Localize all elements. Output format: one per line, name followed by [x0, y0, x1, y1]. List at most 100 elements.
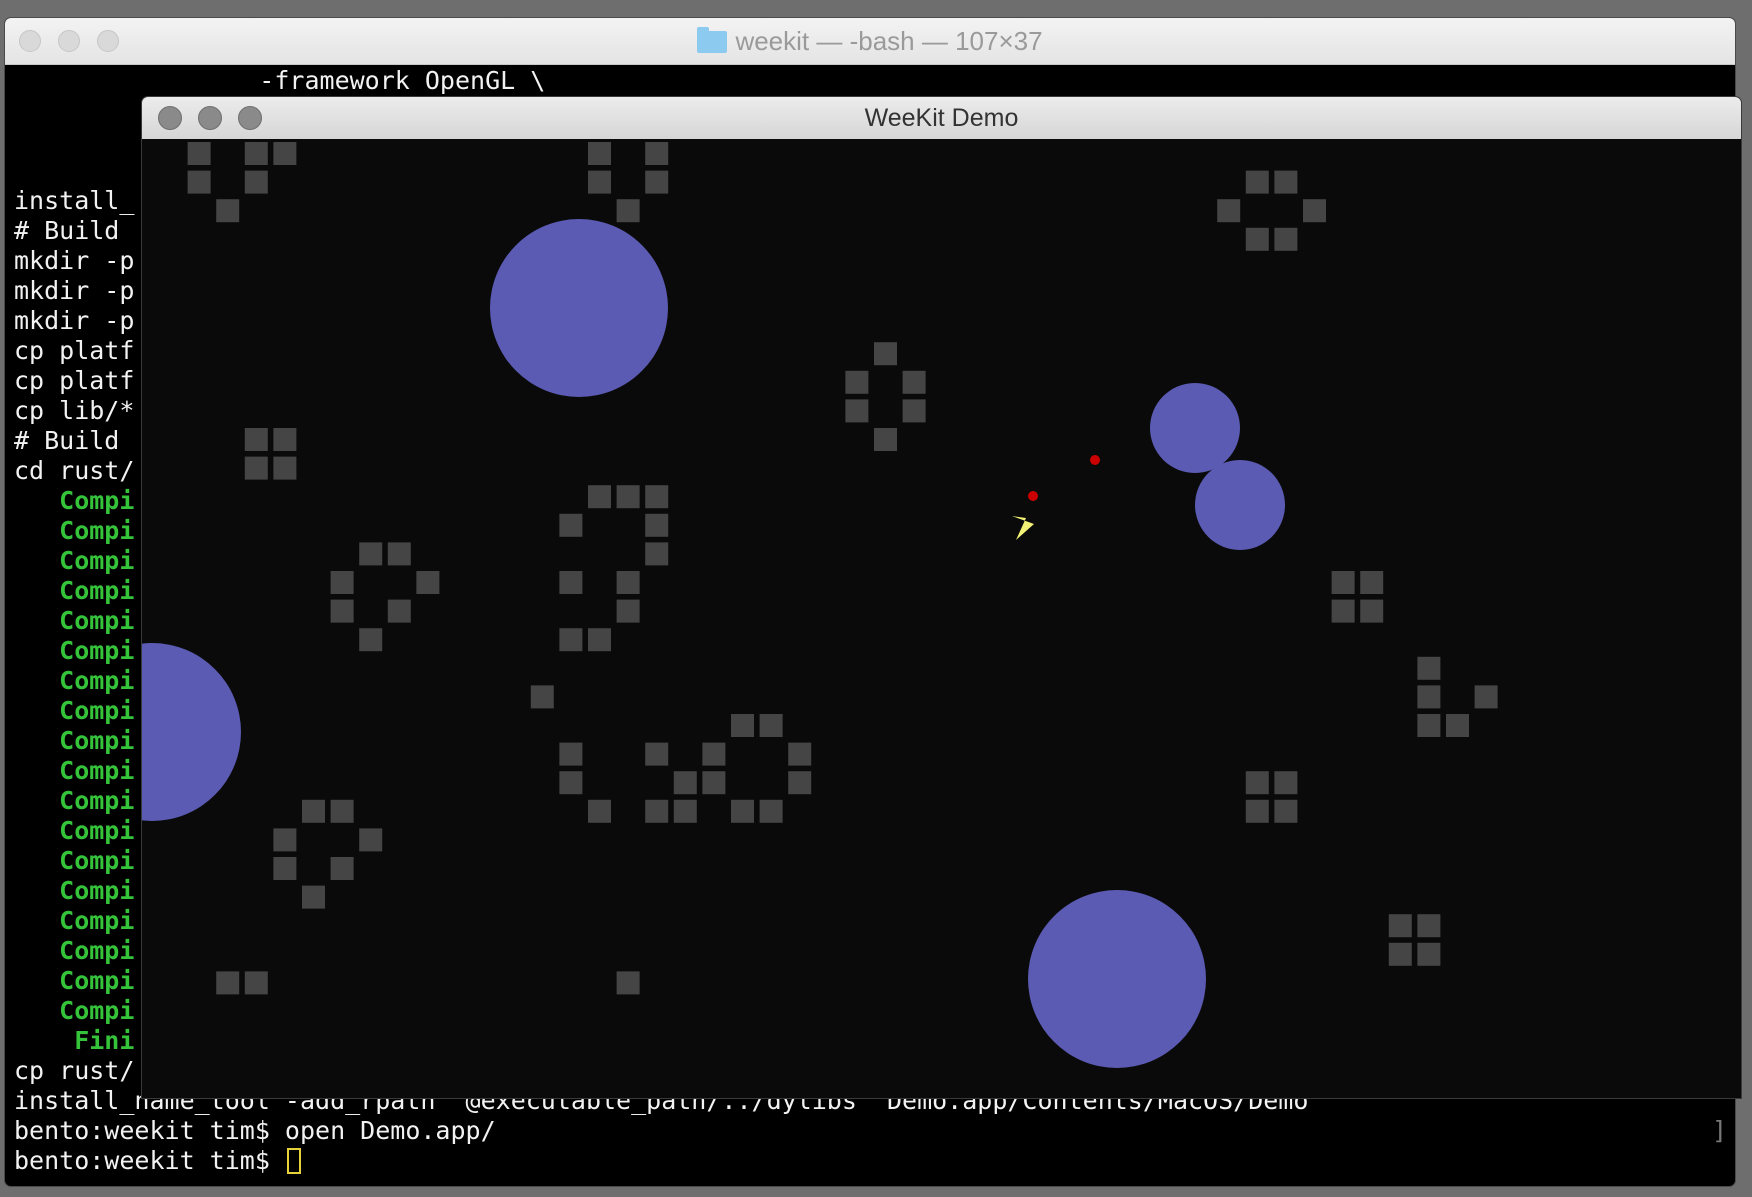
terminal-line: Compi: [14, 546, 135, 575]
terminal-line: cp lib/*: [14, 396, 135, 425]
life-cell: [216, 199, 240, 223]
life-cell: [302, 885, 325, 909]
life-cell: [731, 714, 754, 737]
life-cell: [330, 799, 354, 823]
terminal-line: Compi: [14, 696, 135, 725]
life-cell: [359, 628, 383, 652]
life-cell: [645, 513, 669, 537]
life-cell: [244, 142, 268, 165]
life-cell: [731, 799, 754, 823]
life-cell: [244, 170, 268, 194]
life-cell: [1360, 599, 1384, 623]
terminal-line: Compi: [14, 786, 135, 815]
terminal-line: Fini: [14, 1026, 135, 1055]
life-cell: [759, 799, 783, 823]
life-cell: [845, 370, 869, 394]
terminal-line: Compi: [14, 576, 135, 605]
terminal-line: mkdir -p: [14, 246, 135, 275]
terminal-line: Compi: [14, 996, 135, 1025]
game-canvas[interactable]: [142, 139, 1741, 1098]
life-cell: [1474, 685, 1498, 709]
life-cell: [645, 485, 669, 509]
bullet: [1090, 455, 1100, 465]
terminal-line: -framework OpenGL \: [169, 66, 546, 95]
terminal-line: Compi: [14, 606, 135, 635]
life-cell: [273, 456, 297, 480]
life-cell: [616, 571, 640, 594]
life-cell: [387, 599, 411, 623]
life-cell: [330, 599, 354, 623]
life-cell: [645, 142, 669, 165]
terminal-line: Compi: [14, 936, 135, 965]
asteroid: [490, 219, 668, 397]
terminal-line: Compi: [14, 816, 135, 845]
life-cell: [302, 799, 325, 823]
life-cell: [1331, 571, 1355, 594]
asteroid: [1150, 383, 1240, 473]
life-cell: [645, 170, 669, 194]
life-cell: [273, 428, 297, 451]
life-cell: [1274, 227, 1298, 251]
life-cell: [559, 628, 583, 652]
terminal-titlebar[interactable]: weekit — -bash — 107×37: [5, 18, 1735, 65]
life-cell: [244, 456, 268, 480]
bullet: [1028, 491, 1038, 501]
text-cursor: [286, 1148, 301, 1174]
terminal-line: Compi: [14, 756, 135, 785]
terminal-line: Compi: [14, 906, 135, 935]
life-cell: [616, 599, 640, 623]
life-cell: [1274, 170, 1298, 194]
asteroid: [1195, 460, 1285, 550]
asteroid: [1028, 890, 1206, 1068]
life-cell: [673, 771, 697, 795]
life-cell: [1446, 714, 1469, 737]
life-cell: [588, 485, 611, 509]
life-cell: [616, 199, 640, 223]
terminal-line: mkdir -p: [14, 276, 135, 305]
life-cell: [244, 971, 268, 995]
terminal-line: Compi: [14, 486, 135, 515]
life-cell: [273, 828, 297, 852]
terminal-title: weekit — -bash — 107×37: [5, 18, 1735, 64]
life-cell: [616, 485, 640, 509]
life-cell: [1245, 227, 1269, 251]
life-cell: [359, 828, 383, 852]
life-cell: [1360, 571, 1384, 594]
life-cell: [874, 342, 897, 366]
life-cell: [702, 742, 726, 766]
folder-icon: [697, 27, 728, 53]
life-cell: [645, 799, 669, 823]
demo-titlebar[interactable]: WeeKit Demo: [142, 97, 1741, 140]
terminal-line: Compi: [14, 726, 135, 755]
game-background: [142, 139, 1741, 1098]
life-cell: [1417, 714, 1441, 737]
life-cell: [1417, 685, 1441, 709]
terminal-title-text: weekit — -bash — 107×37: [735, 26, 1043, 56]
life-cell: [759, 714, 783, 737]
life-cell: [1274, 771, 1298, 795]
demo-title: WeeKit Demo: [864, 104, 1019, 132]
life-cell: [788, 771, 812, 795]
life-cell: [1217, 199, 1241, 223]
life-cell: [588, 799, 611, 823]
selection-bracket: ]: [1711, 1116, 1727, 1145]
life-cell: [187, 142, 211, 165]
life-cell: [645, 742, 669, 766]
life-cell: [588, 628, 611, 652]
life-cell: [530, 685, 554, 709]
life-cell: [1417, 656, 1441, 680]
life-cell: [616, 971, 640, 995]
life-cell: [273, 857, 297, 880]
terminal-line: cp platf: [14, 336, 135, 365]
terminal-line: cp rust/: [14, 1056, 135, 1085]
life-cell: [902, 399, 926, 423]
prompt-text: bento:weekit tim$: [14, 1146, 285, 1175]
life-cell: [673, 799, 697, 823]
life-cell: [273, 142, 297, 165]
life-cell: [330, 571, 354, 594]
prompt-line[interactable]: bento:weekit tim$: [14, 1146, 301, 1176]
life-cell: [1245, 771, 1269, 795]
life-cell: [1331, 599, 1355, 623]
demo-window[interactable]: WeeKit Demo: [142, 97, 1741, 1098]
life-cell: [1417, 914, 1441, 938]
